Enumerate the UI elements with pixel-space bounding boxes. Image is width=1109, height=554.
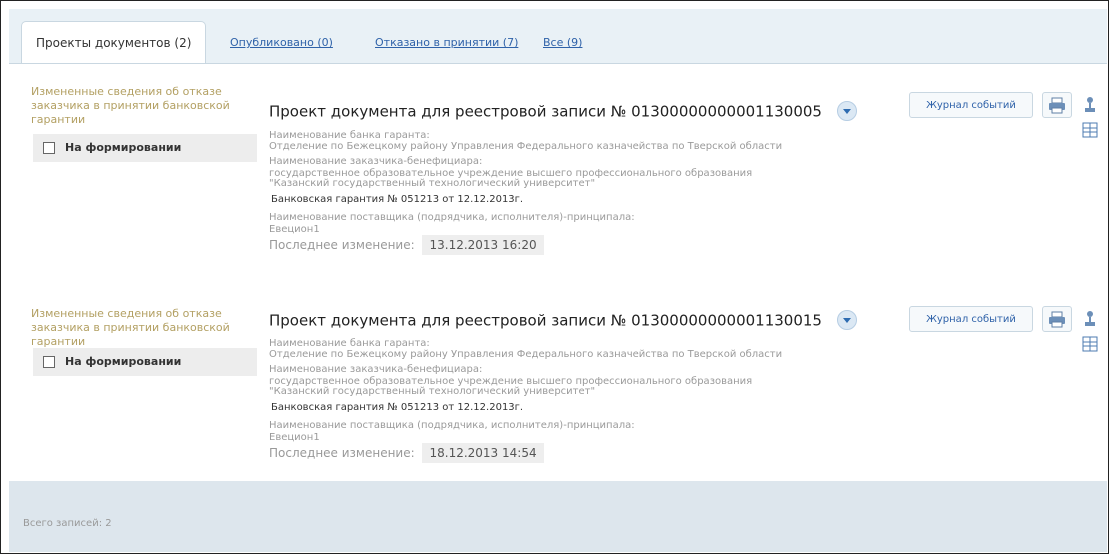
last-modified: Последнее изменение: 13.12.2013 16:20 [269,235,544,255]
print-button[interactable] [1042,306,1072,332]
guarantee-info: Банковская гарантия № 051213 от 12.12.20… [271,194,524,205]
bank-value: Отделение по Бежецкому району Управления… [269,349,783,360]
supplier-label: Наименование поставщика (подрядчика, исп… [269,212,635,223]
tree-button[interactable] [1079,94,1101,116]
printer-icon [1049,97,1065,114]
bank-label: Наименование банка гаранта: [269,130,430,141]
record-title-text: Проект документа для реестровой записи №… [269,102,822,121]
expand-button[interactable] [836,310,857,330]
total-records: Всего записей: 2 [23,518,112,529]
tree-icon [1085,311,1095,326]
chevron-down-icon [842,318,851,323]
print-button[interactable] [1042,92,1072,118]
event-journal-button[interactable]: Журнал событий [909,92,1033,118]
tab-bar: Проекты документов (2) Опубликовано (0) … [9,9,1107,64]
event-journal-button[interactable]: Журнал событий [909,306,1033,332]
status-badge: На формировании [33,348,257,376]
beneficiary-label: Наименование заказчика-бенефициара: [269,156,483,167]
table-icon [1082,336,1098,352]
table-button[interactable] [1079,119,1101,141]
table-button[interactable] [1079,333,1101,355]
record-title-text: Проект документа для реестровой записи №… [269,311,822,330]
supplier-value: Евецион1 [269,224,320,235]
chevron-down-icon [842,109,851,114]
tab-all[interactable]: Все (9) [543,36,582,49]
record-title: Проект документа для реестровой записи №… [269,310,857,331]
table-footer: Всего записей: 2 [9,481,1107,552]
beneficiary-value-line2: "Казанский государственный технологическ… [269,178,596,189]
app-window: Проекты документов (2) Опубликовано (0) … [0,0,1109,554]
beneficiary-value-line2: "Казанский государственный технологическ… [269,386,596,397]
tab-rejected[interactable]: Отказано в принятии (7) [375,36,518,49]
tab-published[interactable]: Опубликовано (0) [230,36,333,49]
tree-icon [1085,97,1095,112]
last-modified: Последнее изменение: 18.12.2013 14:54 [269,443,544,463]
status-label: На формировании [65,355,182,368]
record-type-link[interactable]: Измененные сведения об отказе заказчика … [31,307,246,349]
expand-button[interactable] [836,101,857,121]
last-modified-label: Последнее изменение: [269,446,415,460]
tab-projects[interactable]: Проекты документов (2) [21,21,207,63]
beneficiary-label: Наименование заказчика-бенефициара: [269,364,483,375]
tree-button[interactable] [1079,308,1101,330]
last-modified-label: Последнее изменение: [269,238,415,252]
record-type-link[interactable]: Измененные сведения об отказе заказчика … [31,85,246,127]
last-modified-value: 18.12.2013 14:54 [422,443,544,463]
bank-value: Отделение по Бежецкому району Управления… [269,141,783,152]
last-modified-value: 13.12.2013 16:20 [422,235,544,255]
checkbox-icon [43,142,55,154]
supplier-label: Наименование поставщика (подрядчика, исп… [269,420,635,431]
bank-label: Наименование банка гаранта: [269,338,430,349]
checkbox-icon [43,356,55,368]
supplier-value: Евецион1 [269,432,320,443]
guarantee-info: Банковская гарантия № 051213 от 12.12.20… [271,402,524,413]
table-icon [1082,122,1098,138]
printer-icon [1049,311,1065,328]
status-label: На формировании [65,141,182,154]
record-title: Проект документа для реестровой записи №… [269,101,857,122]
status-badge: На формировании [33,134,257,162]
